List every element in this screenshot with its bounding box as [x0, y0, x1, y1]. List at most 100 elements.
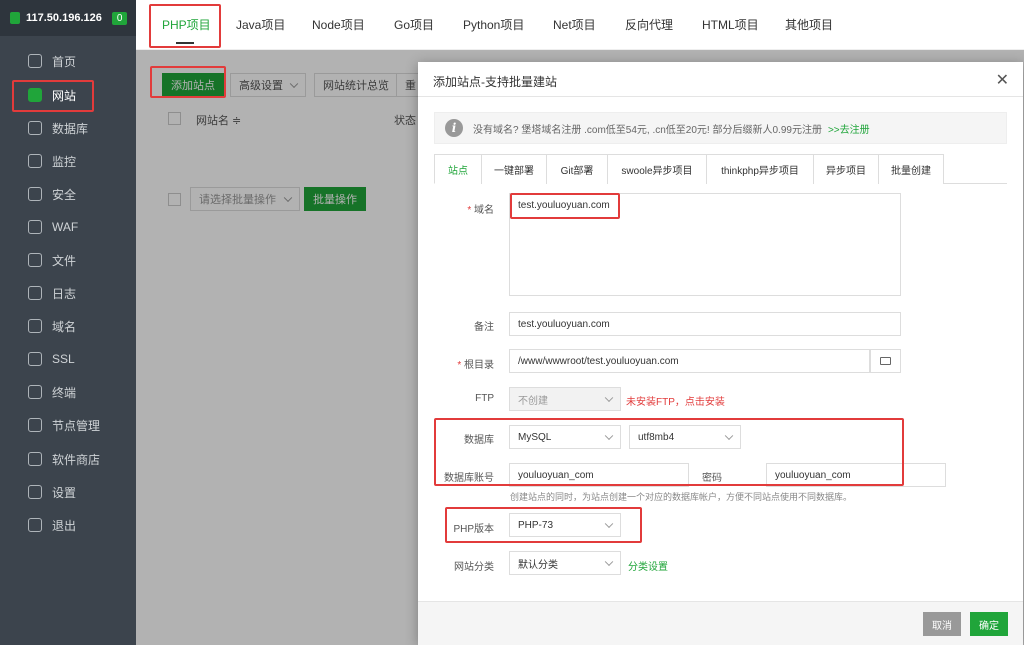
database-user-input[interactable]: youluoyuan_com: [509, 463, 689, 487]
ftp-install-link[interactable]: 未安装FTP，点击安装: [626, 393, 725, 408]
tab-php[interactable]: PHP项目: [162, 16, 211, 33]
tab-node[interactable]: Node项目: [312, 16, 365, 33]
ftp-value: 不创建: [518, 395, 548, 407]
tab-python[interactable]: Python项目: [463, 16, 524, 33]
database-type-select[interactable]: MySQL: [509, 425, 621, 449]
store-icon: [28, 452, 42, 466]
tab-other[interactable]: 其他项目: [785, 16, 833, 33]
tab-site[interactable]: 站点: [434, 154, 482, 184]
sidebar-item-node[interactable]: 节点管理: [0, 410, 136, 440]
database-user-label: 数据库账号: [444, 473, 494, 484]
sidebar-item-label: 文件: [52, 253, 77, 268]
sidebar-item-folder[interactable]: 文件: [0, 245, 136, 275]
category-settings-link[interactable]: 分类设置: [628, 558, 668, 573]
php-version-select[interactable]: PHP-73: [509, 513, 621, 537]
project-tabs: PHP项目 Java项目 Node项目 Go项目 Python项目 Net项目 …: [136, 0, 1024, 50]
ssl-icon: [28, 352, 42, 366]
sidebar-item-firewall[interactable]: WAF: [0, 212, 136, 242]
register-link[interactable]: >>去注册: [828, 121, 870, 136]
category-select[interactable]: 默认分类: [509, 551, 621, 575]
sidebar-item-terminal[interactable]: 终端: [0, 377, 136, 407]
tab-async[interactable]: 异步项目: [813, 154, 879, 184]
firewall-icon: [28, 220, 42, 234]
folder-icon: [28, 253, 42, 267]
tab-java[interactable]: Java项目: [236, 16, 285, 33]
confirm-button[interactable]: 确定: [970, 612, 1008, 636]
sidebar-item-gear[interactable]: 设置: [0, 477, 136, 507]
folder-picker-button[interactable]: [870, 349, 901, 373]
server-header: 117.50.196.126 0: [0, 0, 136, 36]
logout-icon: [28, 518, 42, 532]
chevron-down-icon: [724, 431, 734, 441]
root-input[interactable]: /www/wwwroot/test.youluoyuan.com: [509, 349, 870, 373]
add-site-dialog: 添加站点-支持批量建站 ✕ i 没有域名? 堡塔域名注册 .com低至54元, …: [418, 62, 1023, 645]
sidebar-item-monitor[interactable]: 监控: [0, 146, 136, 176]
dialog-divider: [418, 96, 1023, 97]
tab-go[interactable]: Go项目: [394, 16, 434, 33]
sidebar-item-label: 日志: [52, 286, 77, 301]
sidebar-item-label: 设置: [52, 485, 77, 500]
home-icon: [28, 54, 42, 68]
server-icon: [10, 12, 20, 24]
tab-net[interactable]: Net项目: [553, 16, 596, 33]
close-icon[interactable]: ✕: [996, 70, 1009, 90]
gear-icon: [28, 485, 42, 499]
sidebar-item-log[interactable]: 日志: [0, 278, 136, 308]
tab-thinkphp[interactable]: thinkphp异步项目: [706, 154, 814, 184]
sidebar-item-label: 退出: [52, 518, 77, 533]
remark-label: 备注: [474, 322, 494, 333]
tab-html[interactable]: HTML项目: [702, 16, 759, 33]
log-icon: [28, 286, 42, 300]
tab-git-deploy[interactable]: Git部署: [546, 154, 608, 184]
domain-label: * 域名: [467, 205, 494, 216]
sidebar-item-label: 首页: [52, 54, 77, 69]
php-version-label: PHP版本: [453, 524, 494, 535]
server-badge[interactable]: 0: [111, 11, 128, 25]
node-icon: [28, 418, 42, 432]
sidebar-item-label: 安全: [52, 187, 77, 202]
ftp-label: FTP: [475, 393, 494, 404]
sidebar-item-database[interactable]: 数据库: [0, 113, 136, 143]
chevron-down-icon: [604, 393, 614, 403]
sidebar-item-ssl[interactable]: SSL: [0, 344, 136, 374]
sidebar-item-shield[interactable]: 安全: [0, 179, 136, 209]
cancel-button[interactable]: 取消: [923, 612, 961, 636]
sidebar-item-label: 节点管理: [52, 418, 101, 433]
sidebar-item-logout[interactable]: 退出: [0, 510, 136, 540]
sidebar-item-label: 终端: [52, 385, 77, 400]
server-ip: 117.50.196.126: [26, 12, 102, 24]
sidebar-item-store[interactable]: 软件商店: [0, 444, 136, 474]
sidebar-item-label: 软件商店: [52, 452, 101, 467]
globe-icon: [28, 88, 42, 102]
database-password-label: 密码: [702, 473, 722, 484]
domain-textarea[interactable]: test.youluoyuan.com: [509, 193, 901, 296]
active-tab-underline: [176, 42, 194, 44]
info-icon: i: [445, 119, 463, 137]
monitor-icon: [28, 154, 42, 168]
shield-icon: [28, 187, 42, 201]
sidebar-item-globe[interactable]: 网站: [0, 80, 136, 110]
database-charset-select[interactable]: utf8mb4: [629, 425, 741, 449]
category-value: 默认分类: [518, 559, 558, 571]
dialog-tabs: 站点 一键部署 Git部署 swoole异步项目 thinkphp异步项目 异步…: [434, 154, 1007, 184]
tab-one-click-deploy[interactable]: 一键部署: [481, 154, 547, 184]
sidebar-item-home[interactable]: 首页: [0, 46, 136, 76]
sidebar-item-label: 数据库: [52, 121, 89, 136]
sidebar-item-label: 网站: [52, 88, 77, 103]
notice-text: 没有域名? 堡塔域名注册 .com低至54元, .cn低至20元! 部分后缀新人…: [473, 124, 822, 136]
sidebar-item-label: SSL: [52, 352, 75, 366]
tab-batch-create[interactable]: 批量创建: [878, 154, 944, 184]
ftp-select[interactable]: 不创建: [509, 387, 621, 411]
domain-icon: [28, 319, 42, 333]
tab-swoole[interactable]: swoole异步项目: [607, 154, 707, 184]
terminal-icon: [28, 385, 42, 399]
database-password-input[interactable]: youluoyuan_com: [766, 463, 946, 487]
tab-reverse-proxy[interactable]: 反向代理: [625, 16, 673, 33]
sidebar-item-domain[interactable]: 域名: [0, 311, 136, 341]
database-label: 数据库: [464, 435, 494, 446]
root-label: * 根目录: [457, 360, 494, 371]
domain-value: test.youluoyuan.com: [518, 200, 610, 211]
category-label: 网站分类: [454, 562, 494, 573]
remark-input[interactable]: test.youluoyuan.com: [509, 312, 901, 336]
dialog-title: 添加站点-支持批量建站: [433, 75, 557, 89]
